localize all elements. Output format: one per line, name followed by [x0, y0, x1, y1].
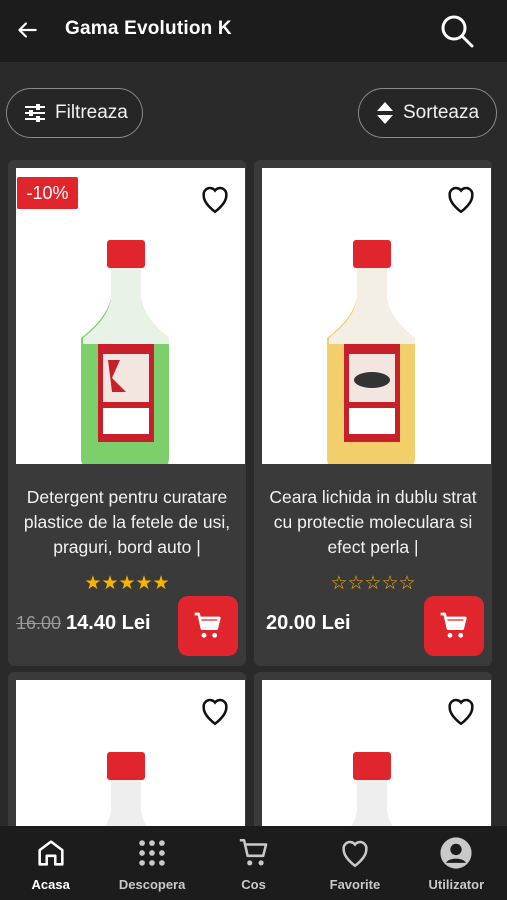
favorite-heart-icon[interactable] [444, 182, 478, 216]
nav-item-favorite[interactable]: Favorite [304, 826, 405, 900]
nav-item-cos[interactable]: Cos [203, 826, 304, 900]
favorite-heart-icon[interactable] [198, 694, 232, 728]
nav-label: Favorite [329, 877, 381, 892]
product-card[interactable]: Ceara lichida in dublu strat cu protecti… [254, 160, 492, 666]
filter-label: Filtreaza [55, 102, 128, 123]
bottom-navigation: Acasa Descopera Cos Favorite Utilizator [0, 826, 507, 900]
rating-stars: ★★★★★ [8, 572, 246, 595]
product-card[interactable] [254, 672, 492, 832]
sort-button[interactable]: Sorteaza [358, 88, 497, 138]
cart-icon [239, 838, 267, 866]
nav-label: Cos [241, 877, 266, 892]
top-app-bar: Gama Evolution K [0, 0, 507, 62]
page-title: Gama Evolution K [65, 18, 232, 39]
rating-stars: ☆☆☆☆☆ [254, 572, 492, 595]
nav-item-acasa[interactable]: Acasa [0, 826, 101, 900]
nav-item-utilizator[interactable]: Utilizator [406, 826, 507, 900]
cart-icon [194, 612, 221, 638]
back-arrow-icon[interactable] [14, 17, 40, 43]
sliders-icon [25, 104, 45, 122]
heart-icon [342, 840, 368, 868]
nav-label: Acasa [31, 877, 70, 892]
user-icon [440, 837, 472, 869]
product-card[interactable]: -10% Detergent pentru curatare plastice … [8, 160, 246, 666]
cart-icon [440, 612, 467, 638]
add-to-cart-button[interactable] [178, 596, 238, 656]
nav-label: Descopera [118, 877, 186, 892]
favorite-heart-icon[interactable] [198, 182, 232, 216]
search-icon[interactable] [438, 12, 476, 50]
price-row: 20.00 Lei [266, 612, 351, 635]
sort-label: Sorteaza [403, 102, 480, 123]
nav-label: Utilizator [428, 877, 485, 892]
old-price: 16.00 [16, 613, 62, 633]
sort-arrows-icon [377, 102, 393, 124]
nav-item-descopera[interactable]: Descopera [101, 826, 202, 900]
product-description[interactable]: Ceara lichida in dublu strat cu protecti… [254, 485, 492, 560]
home-icon [38, 840, 64, 866]
discount-badge: -10% [17, 177, 78, 209]
grid-dots-icon [139, 840, 165, 866]
current-price: 14.40 Lei [66, 612, 151, 634]
product-description[interactable]: Detergent pentru curatare plastice de la… [8, 485, 246, 560]
price-row: 16.00 14.40 Lei [16, 612, 151, 635]
current-price: 20.00 Lei [266, 612, 351, 634]
star-outline-icon: ☆☆☆☆☆ [330, 573, 416, 594]
add-to-cart-button[interactable] [424, 596, 484, 656]
filter-button[interactable]: Filtreaza [6, 88, 143, 138]
product-card[interactable] [8, 672, 246, 832]
favorite-heart-icon[interactable] [444, 694, 478, 728]
star-icon: ★★★★★ [84, 573, 170, 594]
